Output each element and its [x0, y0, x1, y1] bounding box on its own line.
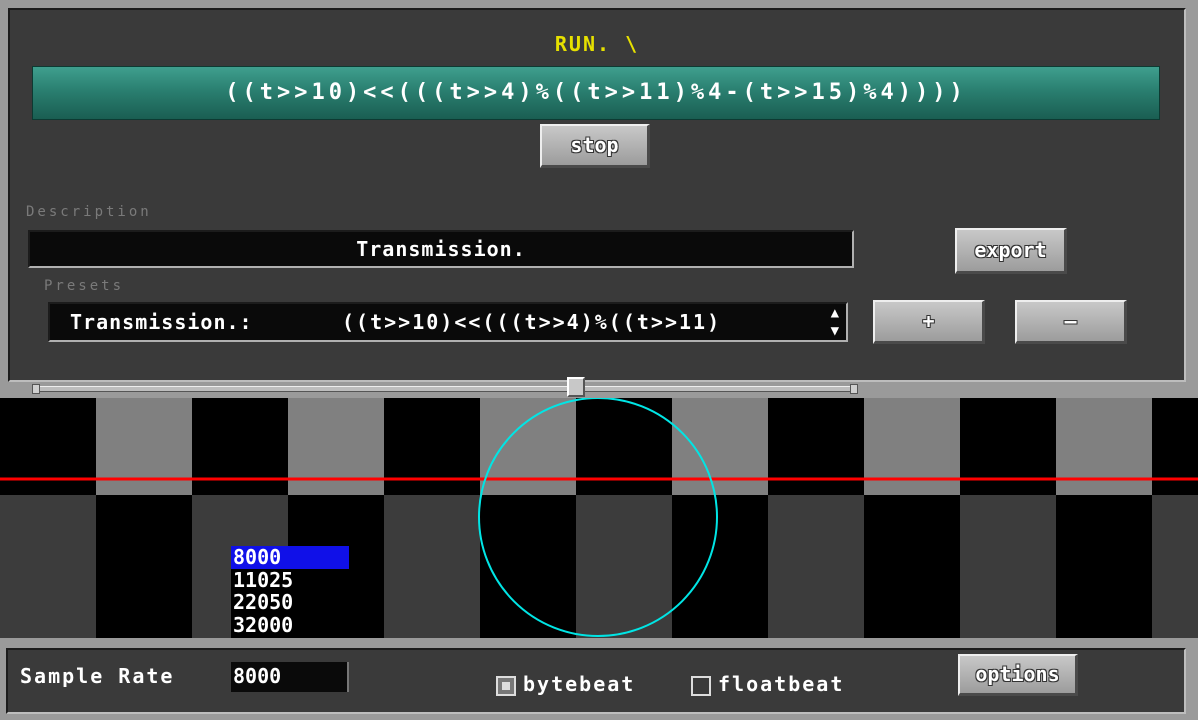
- sample-rate-option[interactable]: 32000: [231, 614, 349, 637]
- sample-rate-option[interactable]: 8000: [231, 546, 349, 569]
- presets-label: Presets: [44, 278, 125, 294]
- remove-preset-button[interactable]: –: [1015, 300, 1127, 344]
- scope-circle: [478, 398, 718, 637]
- spinner-icon: \: [625, 32, 640, 56]
- preset-name: Transmission.:: [70, 310, 253, 334]
- stop-button[interactable]: stop: [540, 124, 650, 168]
- preset-formula: ((t>>10)<<(((t>>4)%((t>>11): [342, 310, 722, 334]
- options-button[interactable]: options: [958, 654, 1078, 696]
- editor-panel: RUN. \ ((t>>10)<<(((t>>4)%((t>>11)%4-(t>>…: [0, 0, 1198, 398]
- description-field[interactable]: Transmission.: [28, 230, 854, 268]
- floatbeat-checkbox[interactable]: [691, 676, 711, 696]
- run-status: RUN. \: [10, 32, 1184, 56]
- bytebeat-label[interactable]: bytebeat: [523, 672, 635, 696]
- sample-rate-option[interactable]: 11025: [231, 569, 349, 592]
- sample-rate-label: Sample Rate: [20, 664, 175, 688]
- spinner-arrows-icon[interactable]: ▲ ▼: [831, 304, 840, 340]
- arrow-down-icon[interactable]: ▼: [831, 323, 840, 339]
- slider-thumb[interactable]: [567, 377, 585, 397]
- slider-right-cap: [850, 384, 858, 394]
- export-button[interactable]: export: [955, 228, 1067, 274]
- floatbeat-label[interactable]: floatbeat: [718, 672, 844, 696]
- slider-left-cap: [32, 384, 40, 394]
- sample-rate-option[interactable]: 22050: [231, 591, 349, 614]
- bytebeat-checkbox[interactable]: [496, 676, 516, 696]
- arrow-up-icon[interactable]: ▲: [831, 305, 840, 321]
- panel-resize-slider[interactable]: [34, 386, 856, 392]
- presets-select[interactable]: Transmission.: ((t>>10)<<(((t>>4)%((t>>11…: [48, 302, 848, 342]
- run-status-text: RUN.: [554, 32, 612, 56]
- formula-display[interactable]: ((t>>10)<<(((t>>4)%((t>>11)%4-(t>>15)%4)…: [32, 66, 1160, 120]
- sample-rate-select[interactable]: 8000: [231, 662, 349, 692]
- scope-overlay: [0, 398, 1198, 637]
- description-label: Description: [26, 204, 152, 220]
- add-preset-button[interactable]: +: [873, 300, 985, 344]
- waveform-visualizer: [0, 398, 1198, 638]
